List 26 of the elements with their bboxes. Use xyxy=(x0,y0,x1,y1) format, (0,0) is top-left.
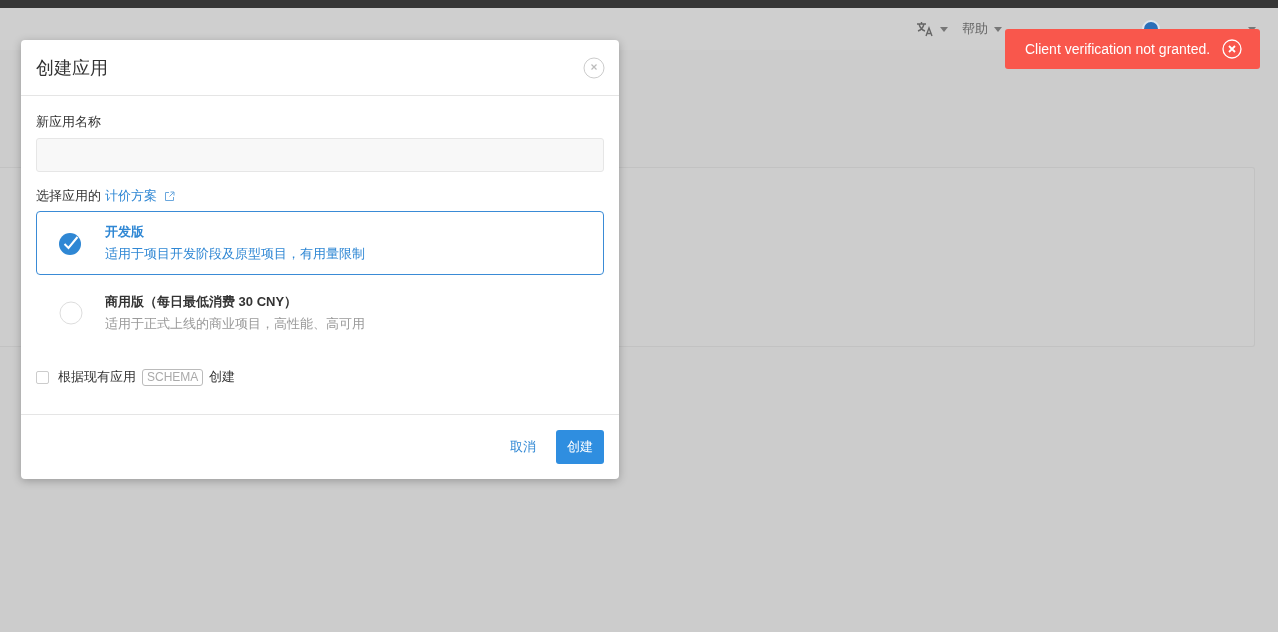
plan-label: 选择应用的 xyxy=(36,187,101,205)
plan-option[interactable]: 商用版（每日最低消费 30 CNY） 适用于正式上线的商业项目，高性能、高可用 xyxy=(36,281,604,345)
checked-radio-icon[interactable] xyxy=(58,231,84,255)
caret-icon xyxy=(994,26,1002,32)
plan-option[interactable]: 开发版 适用于项目开发阶段及原型项目，有用量限制 xyxy=(36,211,604,275)
schema-tag: SCHEMA xyxy=(142,368,204,386)
plan-description: 适用于正式上线的商业项目，高性能、高可用 xyxy=(105,315,365,333)
plan-name: 商用版（每日最低消费 30 CNY） xyxy=(105,293,299,311)
help-menu[interactable]: 帮助 xyxy=(962,20,988,38)
external-link-icon[interactable] xyxy=(164,190,175,202)
plan-name: 开发版 xyxy=(105,223,145,241)
translate-icon[interactable] xyxy=(916,21,934,37)
pricing-link[interactable]: 计价方案 xyxy=(105,187,157,205)
field-label: 新应用名称 xyxy=(36,113,102,131)
checkbox[interactable] xyxy=(36,370,49,384)
cancel-button[interactable]: 取消 xyxy=(510,438,536,456)
toast-message: Client verification not granted. xyxy=(1025,41,1211,57)
checkbox-label: 创建 xyxy=(209,368,236,386)
radio-icon[interactable] xyxy=(59,301,83,325)
plan-description: 适用于项目开发阶段及原型项目，有用量限制 xyxy=(105,245,365,263)
checkbox-label: 根据现有应用 xyxy=(58,368,136,386)
close-icon[interactable] xyxy=(583,56,605,79)
create-button[interactable]: 创建 xyxy=(556,430,604,464)
caret-icon xyxy=(940,26,948,32)
dialog-title: 创建应用 xyxy=(36,56,108,80)
name-input-field[interactable] xyxy=(36,138,604,172)
